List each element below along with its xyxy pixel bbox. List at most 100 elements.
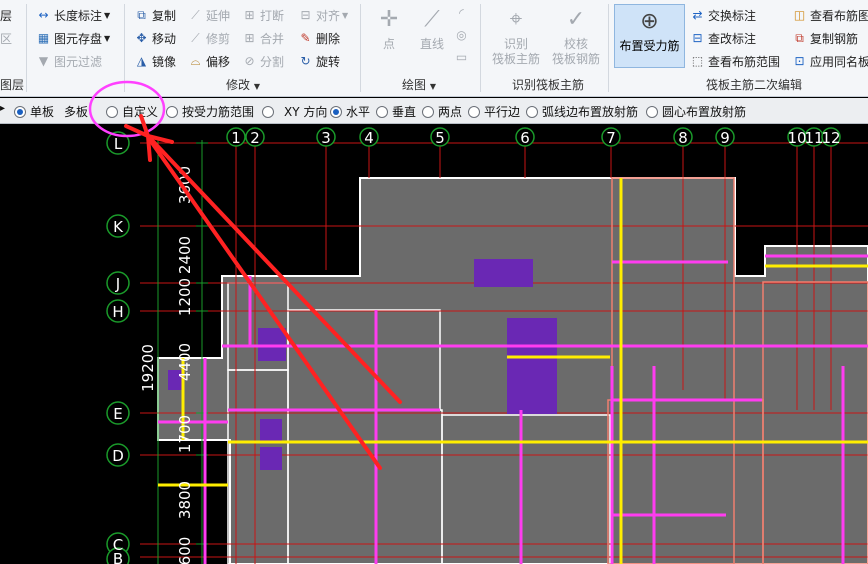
circle-button[interactable]: ◎ [454, 26, 472, 44]
option-multi-slab[interactable]: 多板 [64, 103, 88, 120]
identify-group-label: 识别筏板主筋 [512, 78, 585, 92]
delete-label: 删除 [316, 31, 341, 46]
edit-group-label: 筏板主筋二次编辑 [706, 78, 803, 92]
axis-label-4: 4 [364, 129, 374, 147]
cad-drawing[interactable]: 1 2 3 4 5 6 7 8 9 10 11 12 L K J H E D C… [0, 124, 868, 564]
trim-icon: ⟋ [191, 30, 200, 45]
row-axis-labels: L K J H E D C B [112, 135, 124, 564]
copy-icon: ⧉ [137, 7, 146, 22]
option-custom[interactable]: 自定义 [106, 103, 158, 120]
axis-label-3: 3 [321, 129, 331, 147]
save-element-button[interactable]: ▦ 图元存盘 ▼ [36, 29, 110, 47]
option-xy[interactable]: XY 方向 [262, 103, 327, 120]
copy-rebar-button[interactable]: ⧉ 复制钢筋 [792, 29, 858, 47]
line-button[interactable]: ⟋ 直线 [414, 6, 450, 52]
merge-label: 合并 [260, 31, 285, 46]
length-dimension-button[interactable]: ↔ 长度标注 ▼ [36, 6, 110, 24]
arc-button[interactable]: ◜ [454, 4, 472, 22]
option-by-range[interactable]: 按受力筋范围 [166, 103, 254, 120]
align-button[interactable]: ⊟ 对齐 ▼ [298, 6, 348, 24]
radio-vertical[interactable] [422, 105, 434, 118]
radio-horizontal[interactable] [376, 105, 388, 118]
view-rebar-plan-button[interactable]: ◫ 查看布筋图 [792, 6, 868, 24]
option-center-radial[interactable]: 圆心布置放射筋 [646, 103, 746, 120]
layer-button[interactable]: 层 [0, 6, 12, 24]
view-rebar-range-button[interactable]: ⬚ 查看布筋范围 [690, 52, 780, 70]
move-button[interactable]: ✥ 移动 [134, 29, 176, 47]
extend-button[interactable]: ⟋ 延伸 [188, 6, 230, 24]
view-rebar-range-label: 查看布筋范围 [708, 54, 781, 69]
option-two-point[interactable]: 两点 [422, 103, 462, 120]
axis-label-1: 1 [231, 129, 241, 147]
axis-label-9: 9 [720, 129, 730, 147]
break-label: 打断 [260, 8, 285, 23]
axis-label-B: B [113, 550, 123, 564]
rect-button[interactable]: ▭ [454, 48, 472, 66]
merge-button[interactable]: ⊞ 合并 [242, 29, 284, 47]
copy-button[interactable]: ⧉ 复制 [134, 6, 176, 24]
point-button[interactable]: ✛ 点 [372, 6, 406, 52]
break-icon: ⊞ [244, 7, 255, 22]
swap-icon: ⇄ [692, 7, 703, 22]
offset-icon: ⌓ [190, 53, 201, 68]
element-filter-button[interactable]: ▼ 图元过滤 [36, 52, 102, 70]
two-point-label: 两点 [438, 105, 463, 119]
delete-button[interactable]: ✎ 删除 [298, 29, 340, 47]
dim-1700: 1700 [176, 415, 194, 453]
dim-total-19200: 19200 [139, 344, 157, 392]
option-parallel[interactable]: 平行边 [468, 103, 520, 120]
mirror-button[interactable]: ◮ 镜像 [134, 52, 176, 70]
ribbon-toolbar: 层 区 图层 ↔ 长度标注 ▼ ▦ 图元存盘 ▼ ▼ 图元过滤 ⧉ 复制 ⟋ 延伸 … [0, 0, 868, 97]
place-rebar-icon: ⊕ [640, 9, 659, 34]
radio-xy[interactable] [330, 105, 342, 118]
rectangle-icon: ▭ [455, 49, 468, 64]
vertical-label: 垂直 [392, 105, 417, 119]
check-icon: ✓ [566, 7, 586, 32]
xy-label: XY 方向 [284, 105, 328, 119]
modify-group-label: 修改 ▼ [226, 76, 260, 93]
option-horizontal[interactable]: 水平 [330, 103, 370, 120]
edit-annotation-button[interactable]: ⊟ 查改标注 [690, 29, 756, 47]
filter-icon: ▼ [38, 53, 49, 68]
separator [360, 4, 361, 92]
identify-rebar-button[interactable]: ⌖ 识别 筏板主筋 [488, 6, 544, 67]
radio-parallel[interactable] [526, 105, 538, 118]
extend-icon: ⟋ [191, 7, 200, 22]
radio-custom[interactable] [166, 105, 178, 118]
radio-arc-radial[interactable] [646, 105, 658, 118]
edit-annotation-label: 查改标注 [708, 31, 757, 46]
check-rebar-label: 校核 筏板钢筋 [551, 37, 600, 66]
trim-button[interactable]: ⟋ 修剪 [188, 29, 230, 47]
split-button[interactable]: ⊘ 分割 [242, 52, 284, 70]
drawing-canvas[interactable]: 1 2 3 4 5 6 7 8 9 10 11 12 L K J H E D C… [0, 124, 868, 564]
offset-button[interactable]: ⌓ 偏移 [188, 52, 230, 70]
region-button[interactable]: 区 [0, 29, 12, 47]
check-rebar-button[interactable]: ✓ 校核 筏板钢筋 [548, 6, 604, 67]
radio-two-point[interactable] [468, 105, 480, 118]
swap-annotation-button[interactable]: ⇄ 交换标注 [690, 6, 756, 24]
point-icon: ✛ [379, 7, 399, 32]
trim-label: 修剪 [206, 31, 231, 46]
circle-icon: ◎ [456, 27, 467, 42]
point-label: 点 [382, 37, 395, 51]
separator [26, 4, 27, 92]
chevron-down-icon: ▼ [429, 82, 436, 91]
save-element-label: 图元存盘 [54, 31, 103, 46]
by-range-label: 按受力筋范围 [182, 105, 255, 119]
arc-icon: ◜ [459, 5, 464, 20]
split-icon: ⊘ [244, 53, 255, 68]
rotate-button[interactable]: ↻ 旋转 [298, 52, 340, 70]
radio-multi-slab[interactable] [106, 105, 118, 118]
option-single-slab[interactable]: 单板 [14, 103, 54, 120]
radio-single-slab[interactable] [14, 105, 26, 118]
options-bar: ▸ 单板 多板 自定义 按受力筋范围 XY 方向 水平 垂直 两点 平行边 弧线… [0, 98, 868, 124]
radio-by-range[interactable] [262, 105, 274, 118]
axis-label-J: J [115, 275, 120, 293]
move-label: 移动 [152, 31, 177, 46]
column-axis-labels: 1 2 3 4 5 6 7 8 9 10 11 12 [231, 129, 840, 147]
option-vertical[interactable]: 垂直 [376, 103, 416, 120]
option-arc-radial[interactable]: 弧线边布置放射筋 [526, 103, 638, 120]
dim-4400: 4400 [176, 343, 194, 381]
apply-same-slab-button[interactable]: ⊡ 应用同名板 [792, 52, 868, 70]
break-button[interactable]: ⊞ 打断 [242, 6, 284, 24]
